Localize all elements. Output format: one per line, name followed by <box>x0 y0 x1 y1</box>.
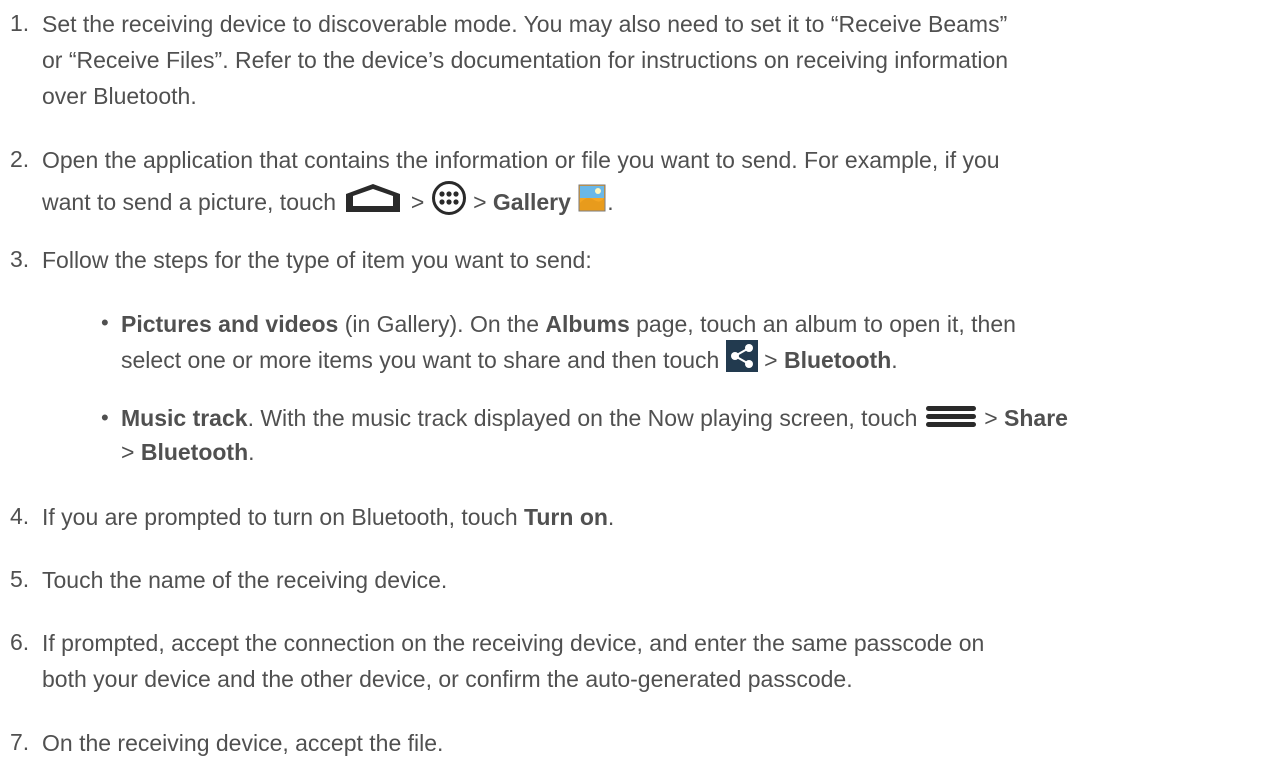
bullet-1-text-3: select one or more items you want to sha… <box>121 347 720 374</box>
bullet-1-text-5: . <box>891 347 898 374</box>
step-1-line-3: over Bluetooth. <box>42 83 197 109</box>
bullet-2-bold-3: Bluetooth <box>140 439 249 465</box>
turn-on-label: Turn on <box>524 504 608 530</box>
step-2-line-2: want to send a picture, touch > > Galler… <box>42 180 614 228</box>
bullet-1-text-1: (in Gallery). On the <box>338 311 546 337</box>
bullet-1-line-2: select one or more items you want to sha… <box>121 340 898 384</box>
bullet-1-bold-2: Albums <box>545 311 630 337</box>
step-6-number: 6. <box>10 629 30 655</box>
step-7-number: 7. <box>10 729 30 755</box>
step-1-number: 1. <box>10 10 30 36</box>
separator: > <box>473 189 487 216</box>
menu-icon <box>924 400 978 440</box>
step-4-number: 4. <box>10 503 30 529</box>
step-7-text: On the receiving device, accept the file… <box>42 730 444 756</box>
step-1-line-1: Set the receiving device to discoverable… <box>42 11 1008 37</box>
step-5-number: 5. <box>10 566 30 592</box>
bullet-1-line-1: Pictures and videos (in Gallery). On the… <box>121 310 1016 338</box>
bullet-marker: • <box>101 405 109 430</box>
home-icon <box>342 182 404 226</box>
bullet-1-text-2: page, touch an album to open it, then <box>629 311 1016 337</box>
step-2-text: want to send a picture, touch <box>42 189 337 216</box>
bullet-2-line-2: > Bluetooth. <box>121 438 255 466</box>
step-5-text: Touch the name of the receiving device. <box>42 567 448 593</box>
separator: > <box>410 189 425 216</box>
gallery-icon <box>577 183 607 225</box>
bullet-2-text-1: . With the music track displayed on the … <box>247 405 918 431</box>
step-2-end: . <box>607 189 614 216</box>
bullet-2-text-4: . <box>248 439 255 465</box>
step-6-line-1: If prompted, accept the connection on th… <box>42 630 985 656</box>
step-1-line-2: or “Receive Files”. Refer to the device’… <box>42 47 1009 73</box>
step-3-text: Follow the steps for the type of item yo… <box>42 247 592 273</box>
step-2-number: 2. <box>10 146 30 172</box>
step-3-number: 3. <box>10 246 30 272</box>
step-6-line-2: both your device and the other device, o… <box>42 666 853 692</box>
bullet-2-line-1: Music track. With the music track displa… <box>121 398 1068 440</box>
step-4-line: If you are prompted to turn on Bluetooth… <box>42 503 614 531</box>
bullet-1-text-4: > <box>757 347 784 374</box>
bullet-2-text-2: > <box>977 405 1005 431</box>
bullet-1-bold-1: Pictures and videos <box>121 311 339 337</box>
step-4-text: If you are prompted to turn on Bluetooth… <box>42 504 518 530</box>
step-2-line-1: Open the application that contains the i… <box>42 147 1000 173</box>
gallery-label: Gallery <box>492 189 571 216</box>
apps-icon <box>431 180 467 228</box>
bullet-2-bold-2: Share <box>1004 405 1068 431</box>
share-icon <box>725 340 758 384</box>
step-4-end: . <box>607 504 615 530</box>
bullet-marker: • <box>101 310 109 335</box>
bullet-1-bold-3: Bluetooth <box>783 347 892 374</box>
bullet-2-bold-1: Music track <box>121 405 248 431</box>
bullet-2-text-3: > <box>121 439 141 465</box>
